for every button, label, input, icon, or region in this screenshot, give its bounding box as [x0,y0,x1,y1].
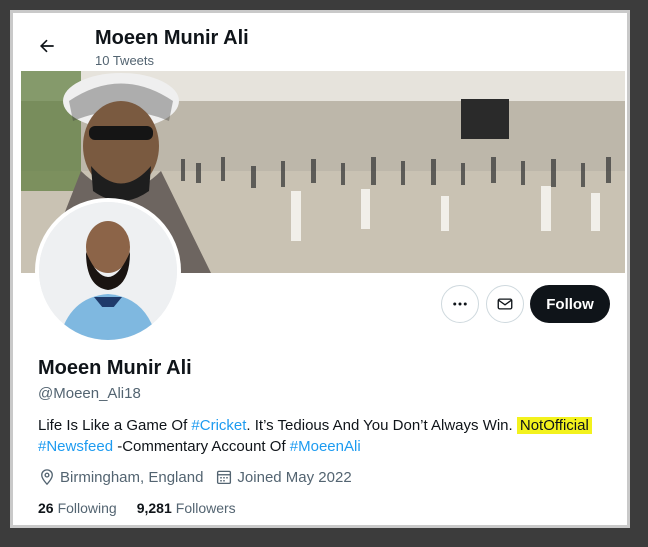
joined-text: Joined May 2022 [237,468,352,486]
bio-text: -Commentary Account Of [113,438,290,455]
location-pin-icon [41,469,53,486]
followers-count: 9,281 [136,500,172,516]
profile-name: Moeen Munir Ali [38,357,192,379]
profile-avatar[interactable] [35,198,181,344]
profile-card: Moeen Munir Ali 10 Tweets Follow Moeen M… [10,10,630,528]
profile-stats: 26 Following 9,281 Followers [38,500,256,516]
following-link[interactable]: 26 Following [38,500,117,516]
more-dots-icon [453,302,467,306]
followers-link[interactable]: 9,281 Followers [137,500,236,516]
header-title: Moeen Munir Ali [95,27,249,49]
bio-text: . It’s Tedious And You Don’t Always Win. [246,417,517,434]
following-count: 26 [38,500,54,516]
joined-item: Joined May 2022 [215,468,352,486]
profile-meta: Birmingham, England Joined May 2022 [38,468,364,486]
profile-header-bar: Moeen Munir Ali 10 Tweets [13,13,627,71]
avatar-photo [39,202,177,340]
profile-handle: @Moeen_Ali18 [38,385,141,402]
bio-text: Life Is Like a Game Of [38,417,192,434]
avatar [39,202,177,340]
following-label: Following [57,500,117,516]
arrow-left-icon [40,39,54,53]
tweet-count: 10 Tweets [95,53,155,68]
follow-button[interactable]: Follow [530,285,610,323]
location-text: Birmingham, England [60,468,204,486]
calendar-icon [217,470,232,485]
message-button[interactable] [486,285,524,323]
followers-label: Followers [175,500,236,516]
location-item: Birmingham, England [38,468,203,486]
more-options-button[interactable] [441,285,479,323]
hashtag-link[interactable]: #MoeenAli [290,438,361,455]
hashtag-link[interactable]: #Cricket [191,417,246,434]
hashtag-link[interactable]: #Newsfeed [38,438,113,455]
highlighted-text: NotOfficial [516,417,592,434]
profile-bio: Life Is Like a Game Of #Cricket. It’s Te… [38,415,618,457]
envelope-icon [497,298,513,310]
screenshot-frame: Moeen Munir Ali 10 Tweets Follow Moeen M… [0,0,648,547]
back-button[interactable] [31,30,63,62]
